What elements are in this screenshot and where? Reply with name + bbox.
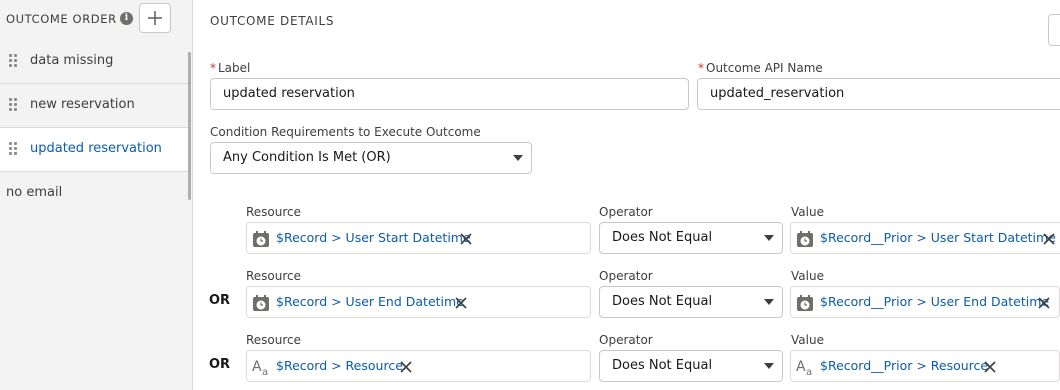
value-pill-text: $Record__Prior > User End Datetime [820, 294, 1050, 309]
text-icon: Aa [252, 359, 268, 376]
operator-select[interactable]: Does Not Equal [599, 350, 783, 382]
condition-connector: OR [209, 357, 231, 372]
drag-handle-icon[interactable] [9, 54, 19, 70]
outcome-item-data-missing[interactable]: data missing [0, 40, 189, 84]
operator-value: Does Not Equal [612, 230, 713, 245]
operator-label: Operator [599, 205, 653, 219]
datetime-icon [797, 295, 813, 311]
condition-requirements-select[interactable]: Any Condition Is Met (OR) [210, 142, 532, 174]
condition-connector: OR [209, 293, 231, 308]
resource-label: Resource [246, 205, 302, 219]
outcome-order-title: OUTCOME ORDER [6, 12, 117, 26]
outcome-details-panel: OUTCOME DETAILS * Label updated reservati… [194, 0, 1060, 390]
resource-input[interactable]: $Record > User End Datetime [246, 286, 591, 318]
operator-select[interactable]: Does Not Equal [599, 286, 783, 318]
value-pill-text: $Record__Prior > Resource [820, 358, 989, 373]
resource-input[interactable]: Aa $Record > Resource [246, 350, 591, 382]
close-icon[interactable] [1043, 233, 1055, 245]
resource-input[interactable]: $Record > User Start Datetime [246, 222, 591, 254]
text-icon: Aa [796, 359, 812, 376]
top-right-button[interactable] [1048, 14, 1060, 46]
resource-label: Resource [246, 269, 302, 283]
value-input[interactable]: $Record__Prior > User Start Datetime [790, 222, 1060, 254]
value-input[interactable]: Aa $Record__Prior > Resource [790, 350, 1060, 382]
svg-text:A: A [796, 359, 806, 375]
close-icon[interactable] [984, 361, 996, 373]
add-outcome-button[interactable] [139, 3, 171, 33]
resource-pill-text: $Record > Resource [276, 358, 403, 373]
close-icon[interactable] [400, 361, 412, 373]
outcome-order-panel: OUTCOME ORDER i data missing new reserva… [0, 0, 193, 390]
outcome-item-label: new reservation [30, 97, 135, 112]
value-pill-text: $Record__Prior > User Start Datetime [820, 230, 1056, 245]
section-title: OUTCOME DETAILS [210, 14, 335, 28]
label-input[interactable]: updated reservation [210, 78, 689, 110]
value-label: Value [791, 269, 824, 283]
close-icon[interactable] [455, 297, 467, 309]
chevron-down-icon [513, 155, 523, 161]
outcome-item-label: data missing [30, 53, 114, 68]
outcome-item-updated-reservation[interactable]: updated reservation [0, 128, 189, 172]
operator-value: Does Not Equal [612, 358, 713, 373]
required-marker: * [210, 61, 216, 75]
resource-pill-text: $Record > User End Datetime [276, 294, 464, 309]
datetime-icon [797, 231, 813, 247]
plus-icon [148, 11, 162, 25]
value-label: Value [791, 205, 824, 219]
datetime-icon [253, 295, 269, 311]
condition-requirements-label: Condition Requirements to Execute Outcom… [210, 125, 481, 139]
chevron-down-icon [764, 299, 774, 305]
outcome-order-header: OUTCOME ORDER i [0, 0, 193, 40]
outcome-item-label: updated reservation [30, 141, 162, 156]
operator-value: Does Not Equal [612, 294, 713, 309]
api-name-field-label-text: Outcome API Name [706, 61, 823, 75]
api-name-input[interactable]: updated_reservation [697, 78, 1060, 110]
svg-text:a: a [806, 367, 812, 376]
default-outcome-item[interactable]: no email [6, 185, 62, 200]
label-field-label-text: Label [218, 61, 251, 75]
operator-select[interactable]: Does Not Equal [599, 222, 783, 254]
sidebar-scrollbar[interactable] [188, 52, 191, 200]
api-name-field-label: * Outcome API Name [698, 61, 823, 75]
info-icon[interactable]: i [120, 12, 133, 25]
chevron-down-icon [764, 235, 774, 241]
svg-text:a: a [262, 367, 268, 376]
label-field-label: * Label [210, 61, 250, 75]
outcome-item-new-reservation[interactable]: new reservation [0, 84, 189, 128]
datetime-icon [253, 231, 269, 247]
drag-handle-icon[interactable] [9, 98, 19, 114]
drag-handle-icon[interactable] [9, 142, 19, 158]
operator-label: Operator [599, 333, 653, 347]
resource-pill-text: $Record > User Start Datetime [276, 230, 471, 245]
condition-requirements-value: Any Condition Is Met (OR) [223, 150, 391, 165]
svg-text:A: A [252, 359, 262, 375]
value-label: Value [791, 333, 824, 347]
operator-label: Operator [599, 269, 653, 283]
required-marker: * [698, 61, 704, 75]
value-input[interactable]: $Record__Prior > User End Datetime [790, 286, 1060, 318]
chevron-down-icon [764, 363, 774, 369]
resource-label: Resource [246, 333, 302, 347]
close-icon[interactable] [1038, 297, 1050, 309]
close-icon[interactable] [460, 233, 472, 245]
